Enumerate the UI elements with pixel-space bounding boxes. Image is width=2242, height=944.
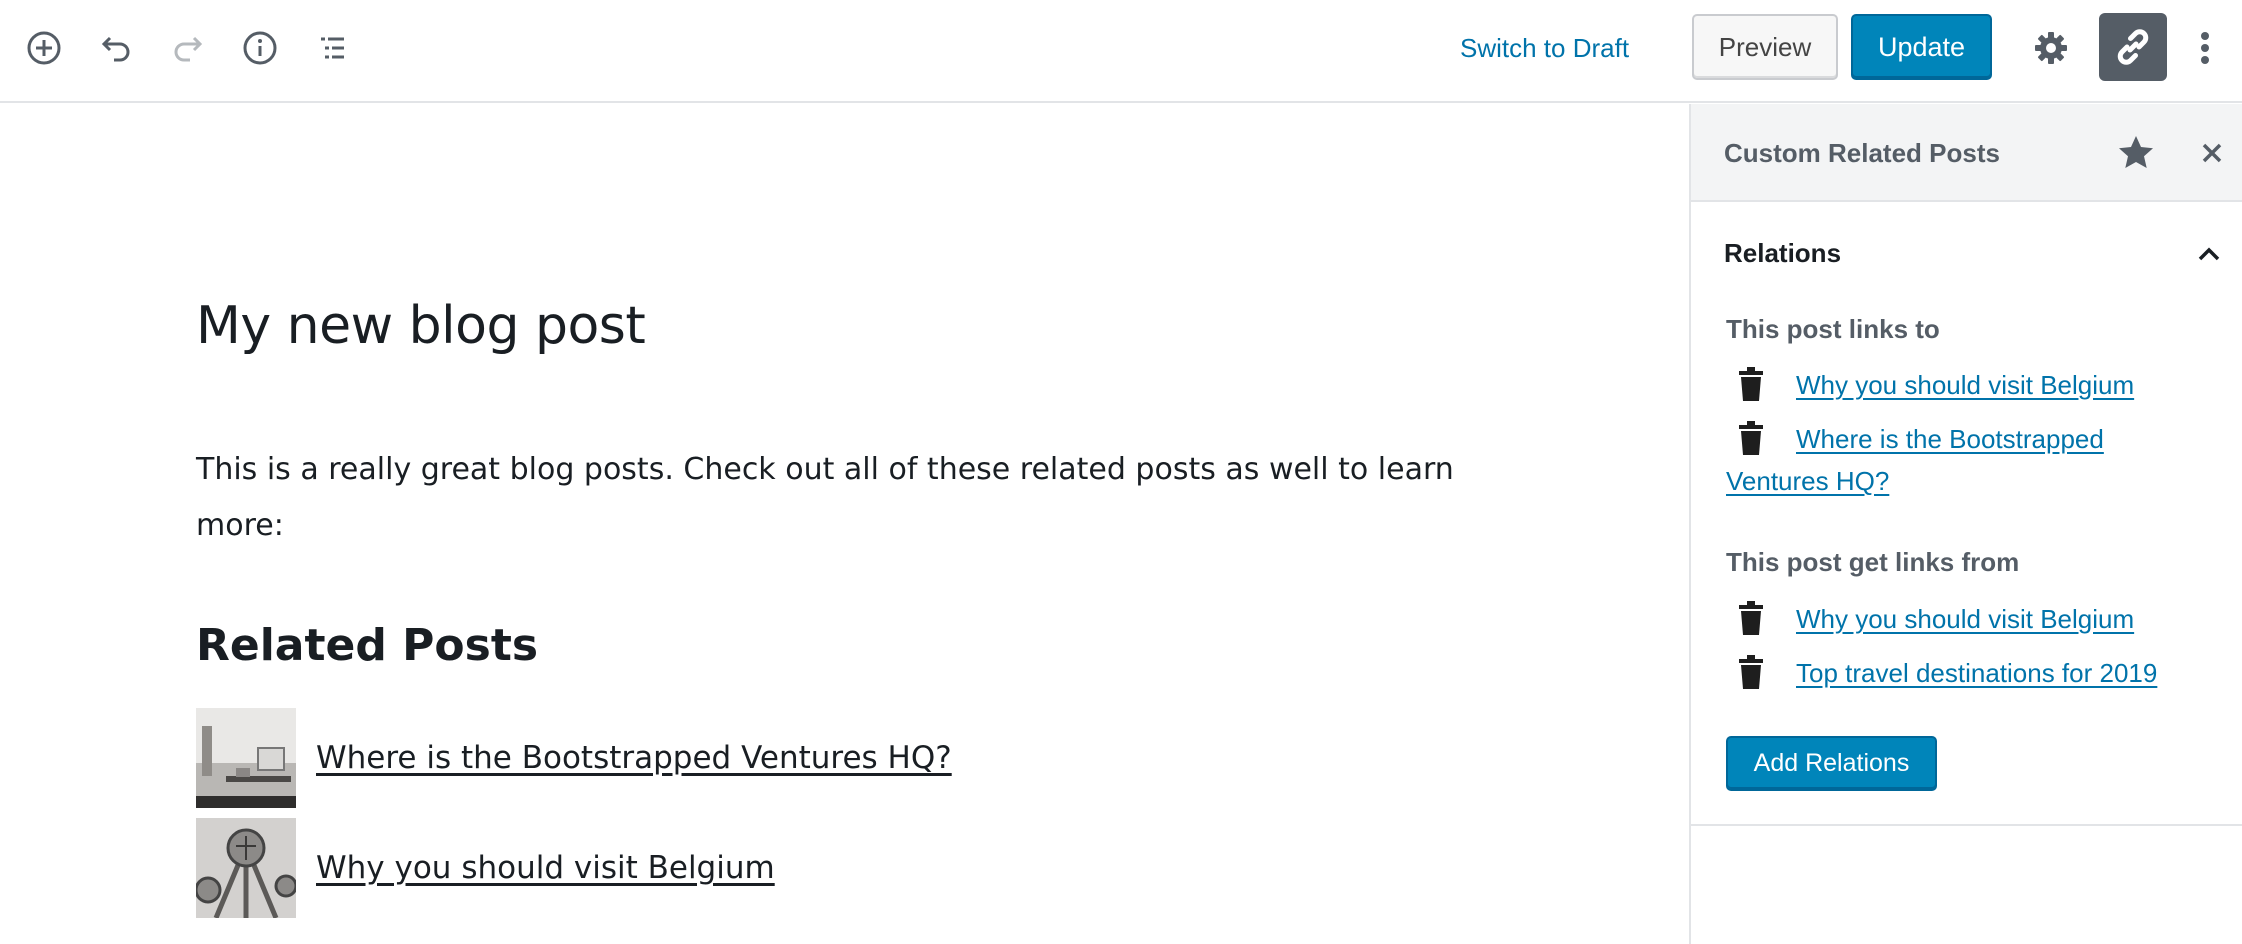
add-block-button[interactable]: [14, 18, 74, 78]
preview-button[interactable]: Preview: [1692, 14, 1838, 80]
star-icon: [2119, 136, 2153, 168]
relations-panel: Relations This post links to Why you sho…: [1691, 204, 2242, 826]
relation-link[interactable]: Why you should visit Belgium: [1796, 364, 2134, 406]
post-title[interactable]: My new blog post: [196, 296, 646, 356]
content-info-button[interactable]: [230, 18, 290, 78]
editor-canvas: My new blog post This is a really great …: [0, 104, 1690, 944]
settings-button[interactable]: [2021, 18, 2081, 78]
relation-link[interactable]: Where is the Bootstrapped Ventures HQ?: [1726, 424, 2104, 496]
links-from-label: This post get links from: [1726, 547, 2020, 577]
relation-row: Why you should visit Belgium: [1726, 598, 2226, 640]
link-icon: [2117, 29, 2149, 65]
more-options-button[interactable]: [2190, 18, 2220, 78]
outline-icon: [321, 37, 344, 59]
related-post-link[interactable]: Why you should visit Belgium: [316, 850, 775, 886]
undo-icon: [101, 36, 130, 62]
relations-panel-toggle[interactable]: Relations: [1691, 204, 2242, 300]
trash-icon[interactable]: [1726, 652, 1776, 692]
block-navigation-button[interactable]: [302, 18, 362, 78]
related-post-item: Where is the Bootstrapped Ventures HQ?: [196, 708, 952, 808]
relation-row: Where is the Bootstrapped Ventures HQ?: [1726, 418, 2226, 504]
relation-link[interactable]: Top travel destinations for 2019: [1796, 652, 2157, 694]
relation-row: Why you should visit Belgium: [1726, 364, 2226, 406]
related-post-item: Why you should visit Belgium: [196, 818, 775, 918]
related-posts-heading[interactable]: Related Posts: [196, 620, 538, 671]
pin-favorite-button[interactable]: [2111, 128, 2161, 178]
related-post-thumbnail: [196, 708, 296, 808]
info-icon: [243, 31, 277, 65]
sidebar-title: Custom Related Posts: [1724, 138, 2000, 168]
trash-icon[interactable]: [1726, 598, 1776, 638]
add-relations-button[interactable]: Add Relations: [1726, 736, 1937, 791]
gear-icon: [2035, 32, 2067, 64]
close-sidebar-button[interactable]: [2189, 130, 2235, 176]
related-post-thumbnail: [196, 818, 296, 918]
close-icon: [2202, 143, 2222, 163]
editor-toolbar: Switch to Draft Preview Update: [0, 0, 2242, 103]
panel-title: Relations: [1724, 238, 1842, 268]
more-vertical-icon: [2201, 32, 2209, 64]
links-to-label: This post links to: [1726, 314, 1940, 344]
redo-icon: [174, 36, 203, 62]
plugin-sidebar: Custom Related Posts Relations This post…: [1689, 104, 2242, 944]
undo-button[interactable]: [86, 18, 146, 78]
update-button[interactable]: Update: [1851, 14, 1992, 80]
related-post-link[interactable]: Where is the Bootstrapped Ventures HQ?: [316, 740, 952, 776]
add-block-icon: [27, 31, 61, 65]
custom-related-posts-button[interactable]: [2099, 13, 2167, 81]
switch-to-draft-button[interactable]: Switch to Draft: [1440, 26, 1649, 70]
relation-row: Top travel destinations for 2019: [1726, 652, 2226, 694]
paragraph-block[interactable]: This is a really great blog posts. Check…: [196, 442, 1456, 554]
sidebar-header: Custom Related Posts: [1691, 104, 2242, 202]
redo-button[interactable]: [158, 18, 218, 78]
trash-icon[interactable]: [1726, 364, 1776, 404]
relation-link[interactable]: Why you should visit Belgium: [1796, 598, 2134, 640]
trash-icon[interactable]: [1726, 418, 1776, 458]
chevron-up-icon: [2191, 236, 2227, 272]
